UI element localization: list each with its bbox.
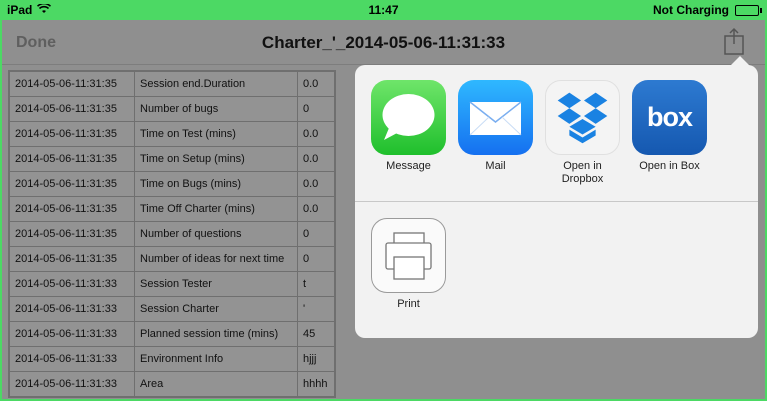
value-cell: 0.0 <box>297 71 335 97</box>
navigation-bar: Done Charter_'_2014-05-06-11:31:33 <box>2 20 765 65</box>
share-app-message[interactable]: Message <box>371 80 446 186</box>
value-cell: hhhh <box>297 371 335 397</box>
timestamp-cell: 2014-05-06-11:31:33 <box>9 296 135 322</box>
page-title: Charter_'_2014-05-06-11:31:33 <box>261 33 506 52</box>
table-row: 2014-05-06-11:31:33 Area hhhh <box>9 371 335 397</box>
share-sheet-divider <box>355 201 758 202</box>
share-app-label: Open in Dropbox <box>561 160 604 185</box>
value-cell: 0.0 <box>297 196 335 222</box>
timestamp-cell: 2014-05-06-11:31:35 <box>9 246 135 272</box>
table-row: 2014-05-06-11:31:35 Time Off Charter (min… <box>9 196 335 222</box>
share-app-label: Open in Box <box>639 160 700 172</box>
metric-cell: Session end.Duration <box>134 71 298 97</box>
metric-cell: Time on Setup (mins) <box>134 146 298 172</box>
timestamp-cell: 2014-05-06-11:31:33 <box>9 321 135 347</box>
share-icon[interactable] <box>723 27 745 55</box>
metric-cell: Environment Info <box>134 346 298 372</box>
table-row: 2014-05-06-11:31:35 Number of ideas for n… <box>9 246 335 272</box>
table-row: 2014-05-06-11:31:35 Number of questions 0 <box>9 221 335 247</box>
timestamp-cell: 2014-05-06-11:31:35 <box>9 221 135 247</box>
value-cell: ' <box>297 296 335 322</box>
session-table: 2014-05-06-11:31:35 Session end.Duration 0… <box>8 70 336 398</box>
metric-cell: Session Charter <box>134 296 298 322</box>
metric-cell: Time on Test (mins) <box>134 121 298 147</box>
popover-arrow <box>730 56 750 66</box>
timestamp-cell: 2014-05-06-11:31:35 <box>9 196 135 222</box>
timestamp-cell: 2014-05-06-11:31:35 <box>9 121 135 147</box>
charging-status: Not Charging <box>653 3 729 17</box>
box-icon[interactable]: box <box>632 80 707 155</box>
timestamp-cell: 2014-05-06-11:31:33 <box>9 346 135 372</box>
status-time: 11:47 <box>368 3 399 17</box>
timestamp-cell: 2014-05-06-11:31:33 <box>9 371 135 397</box>
metric-cell: Time on Bugs (mins) <box>134 171 298 197</box>
value-cell: 0.0 <box>297 146 335 172</box>
value-cell: 0 <box>297 96 335 122</box>
share-app-mail[interactable]: Mail <box>458 80 533 186</box>
share-app-box[interactable]: box Open in Box <box>632 80 707 186</box>
share-app-label: Mail <box>485 160 506 172</box>
share-actions-row: Print <box>371 218 446 311</box>
table-row: 2014-05-06-11:31:35 Time on Bugs (mins) 0.… <box>9 171 335 197</box>
value-cell: 0.0 <box>297 171 335 197</box>
value-cell: t <box>297 271 335 297</box>
table-row: 2014-05-06-11:31:35 Time on Test (mins) 0.… <box>9 121 335 147</box>
share-app-label: Message <box>386 160 431 172</box>
share-action-print[interactable]: Print <box>371 218 446 311</box>
share-sheet-popover: Message Mail Open in Dropbox box Open in… <box>355 56 758 338</box>
value-cell: hjjj <box>297 346 335 372</box>
table-row: 2014-05-06-11:31:33 Environment Info hjjj <box>9 346 335 372</box>
value-cell: 0.0 <box>297 121 335 147</box>
metric-cell: Number of bugs <box>134 96 298 122</box>
share-app-dropbox[interactable]: Open in Dropbox <box>545 80 620 186</box>
value-cell: 0 <box>297 246 335 272</box>
value-cell: 0 <box>297 221 335 247</box>
mail-icon[interactable] <box>458 80 533 155</box>
ipad-screen: iPad 11:47 Not Charging Done Charter_'_2… <box>0 0 767 401</box>
battery-icon <box>735 4 762 16</box>
timestamp-cell: 2014-05-06-11:31:35 <box>9 146 135 172</box>
share-action-label: Print <box>397 298 420 310</box>
table-row: 2014-05-06-11:31:35 Number of bugs 0 <box>9 96 335 122</box>
table-row: 2014-05-06-11:31:35 Session end.Duration 0… <box>9 71 335 97</box>
metric-cell: Planned session time (mins) <box>134 321 298 347</box>
share-apps-row: Message Mail Open in Dropbox box Open in… <box>371 80 707 186</box>
metric-cell: Number of questions <box>134 221 298 247</box>
print-icon[interactable] <box>371 218 446 293</box>
table-row: 2014-05-06-11:31:33 Planned session time … <box>9 321 335 347</box>
status-bar: iPad 11:47 Not Charging <box>2 0 765 20</box>
metric-cell: Number of ideas for next time <box>134 246 298 272</box>
metric-cell: Session Tester <box>134 271 298 297</box>
timestamp-cell: 2014-05-06-11:31:33 <box>9 271 135 297</box>
dropbox-icon[interactable] <box>545 80 620 155</box>
box-icon-text: box <box>646 102 693 132</box>
table-row: 2014-05-06-11:31:33 Session Charter ' <box>9 296 335 322</box>
table-row: 2014-05-06-11:31:35 Time on Setup (mins) 0… <box>9 146 335 172</box>
timestamp-cell: 2014-05-06-11:31:35 <box>9 171 135 197</box>
value-cell: 45 <box>297 321 335 347</box>
table-row: 2014-05-06-11:31:33 Session Tester t <box>9 271 335 297</box>
timestamp-cell: 2014-05-06-11:31:35 <box>9 96 135 122</box>
metric-cell: Time Off Charter (mins) <box>134 196 298 222</box>
metric-cell: Area <box>134 371 298 397</box>
timestamp-cell: 2014-05-06-11:31:35 <box>9 71 135 97</box>
message-icon[interactable] <box>371 80 446 155</box>
